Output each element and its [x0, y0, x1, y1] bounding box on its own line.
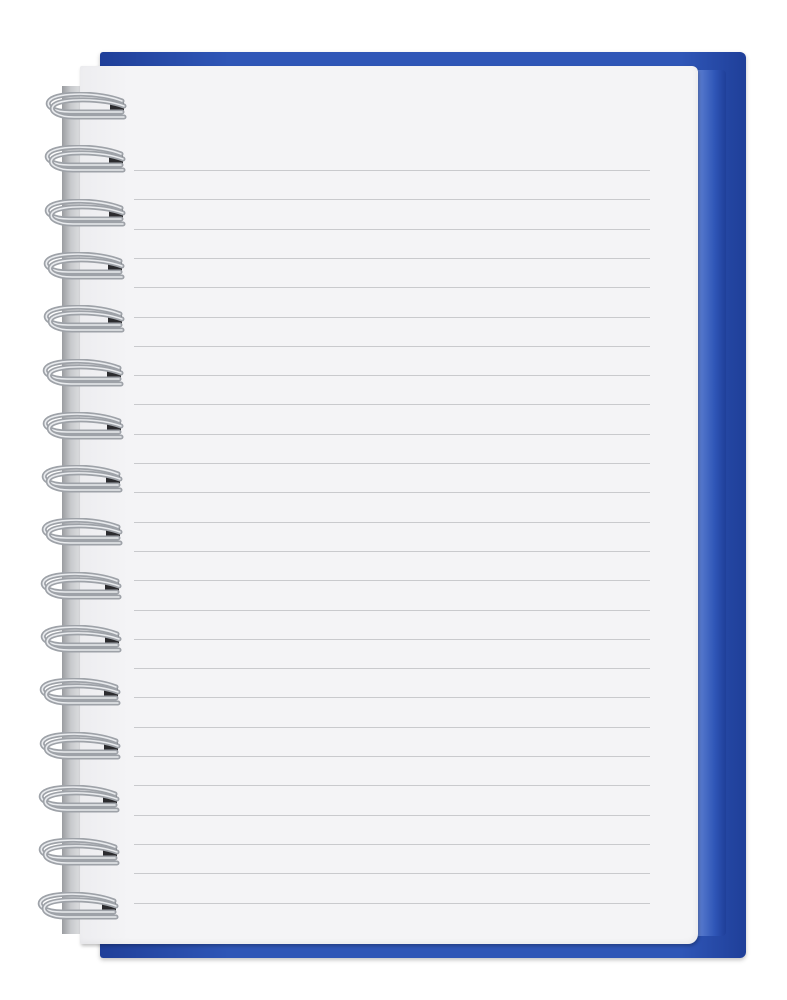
spiral-coil	[37, 411, 127, 440]
ruled-line	[134, 375, 650, 377]
ruled-line	[134, 316, 650, 318]
ruled-line	[134, 697, 650, 699]
spiral-coil	[36, 518, 126, 546]
ruled-line	[134, 550, 650, 552]
ruled-line	[134, 257, 650, 259]
ruled-line	[134, 228, 650, 230]
ruled-line	[134, 638, 650, 640]
ruled-line	[134, 756, 650, 757]
ruled-line	[134, 580, 650, 582]
notebook-cover-edge	[698, 70, 726, 936]
ruled-line	[134, 668, 650, 670]
spiral-coil	[35, 571, 125, 600]
spiral-coil	[38, 305, 128, 333]
ruled-line	[134, 345, 650, 347]
spiral-coil	[35, 625, 125, 653]
ruled-line	[134, 785, 650, 787]
ruled-line	[134, 843, 650, 845]
spiral-coil	[40, 92, 130, 120]
spiral-coil	[39, 198, 129, 227]
ruled-line	[134, 726, 650, 728]
ruled-line	[134, 609, 650, 611]
notebook-photo	[0, 0, 787, 1000]
ruled-line	[134, 287, 650, 289]
spiral-coil	[37, 358, 127, 387]
ruled-line	[134, 433, 650, 435]
ruled-line	[134, 170, 650, 171]
ruled-line	[134, 463, 650, 464]
ruled-line	[134, 873, 650, 875]
spiral-coil	[33, 838, 123, 866]
ruled-line	[134, 814, 650, 816]
spiral-coil	[32, 891, 122, 920]
spiral-coil	[34, 678, 124, 706]
ruled-line	[134, 404, 650, 406]
ruled-line	[134, 521, 650, 523]
ruled-line	[134, 902, 650, 904]
spiral-coil	[38, 251, 128, 280]
spiral-coil	[33, 784, 123, 813]
ruled-line	[134, 492, 650, 494]
ruled-line	[134, 199, 650, 201]
spiral-coil	[36, 465, 126, 493]
spiral-coil	[39, 145, 129, 173]
notebook-page	[80, 66, 698, 944]
spiral-coil	[34, 731, 124, 760]
